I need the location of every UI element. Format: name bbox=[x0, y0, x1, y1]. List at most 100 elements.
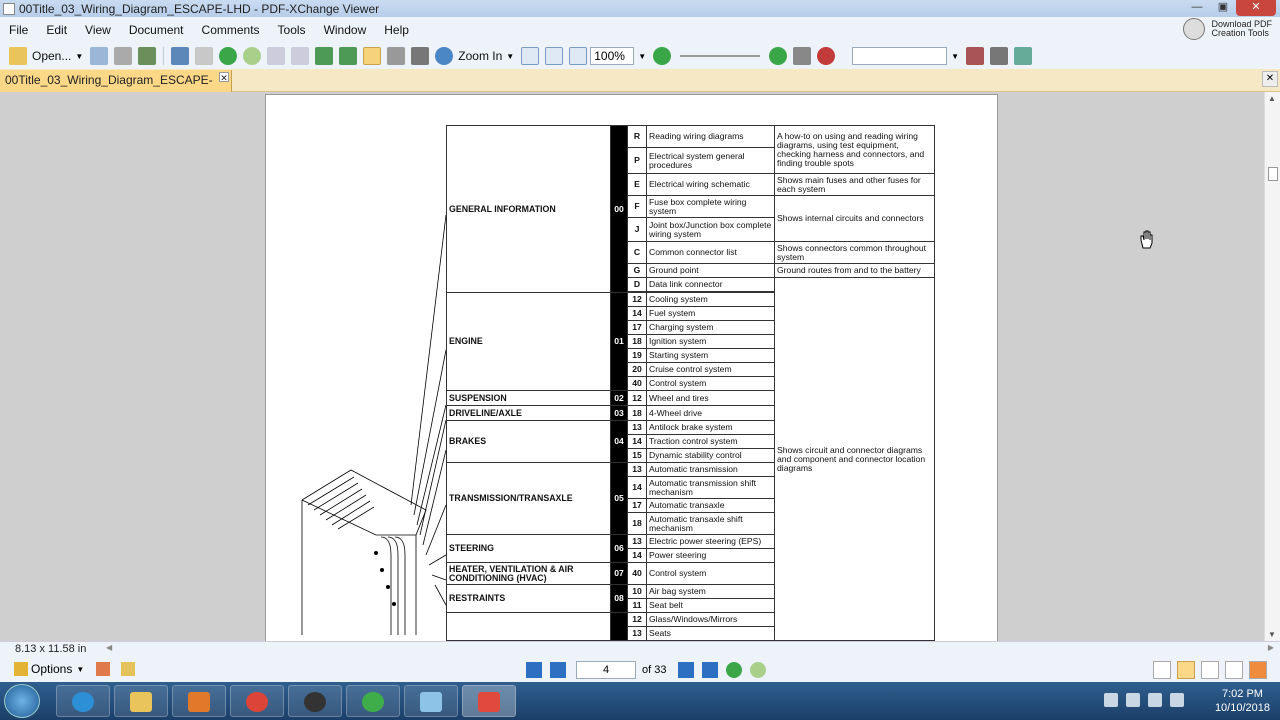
network-icon[interactable] bbox=[1148, 693, 1162, 707]
previous-page-icon[interactable] bbox=[550, 662, 566, 678]
scroll-down-icon[interactable]: ▼ bbox=[1268, 630, 1276, 639]
code-cell: 10 bbox=[627, 584, 647, 599]
scroll-left-icon[interactable]: ◀ bbox=[106, 643, 112, 652]
next-page-icon[interactable] bbox=[678, 662, 695, 678]
open-button[interactable]: Open... bbox=[32, 49, 71, 63]
first-page-icon[interactable] bbox=[526, 662, 542, 678]
section-number-03: 03 bbox=[610, 405, 628, 421]
find-next-icon[interactable] bbox=[990, 47, 1009, 65]
save-icon[interactable] bbox=[90, 47, 109, 65]
options-button[interactable]: Options ▼ bbox=[14, 662, 138, 676]
undo-icon[interactable] bbox=[267, 47, 286, 65]
options-tool-icon[interactable] bbox=[1014, 47, 1033, 65]
minimize-button[interactable]: — bbox=[1184, 0, 1210, 16]
rotate-left-icon[interactable] bbox=[315, 47, 334, 65]
menu-edit[interactable]: Edit bbox=[37, 23, 76, 37]
thumbnails-icon[interactable] bbox=[121, 662, 136, 676]
zoom-level-dropdown-icon[interactable]: ▼ bbox=[638, 52, 646, 61]
actual-size-icon[interactable] bbox=[521, 47, 540, 65]
taskbar-notes-app[interactable] bbox=[404, 685, 458, 717]
tab-close-icon[interactable]: ✕ bbox=[219, 72, 229, 83]
rotate-right-icon[interactable] bbox=[339, 47, 358, 65]
page-count-label: of 33 bbox=[642, 664, 667, 676]
zoom-slider[interactable] bbox=[680, 55, 761, 57]
current-page-input[interactable]: 4 bbox=[576, 661, 636, 679]
email-icon[interactable] bbox=[138, 47, 157, 65]
back-icon[interactable] bbox=[219, 47, 238, 65]
fit-width-icon[interactable] bbox=[569, 47, 588, 65]
menu-document[interactable]: Document bbox=[120, 23, 193, 37]
spell-check-icon[interactable] bbox=[817, 47, 836, 65]
tray-up-arrow-icon[interactable] bbox=[1104, 693, 1118, 707]
open-dropdown-icon[interactable]: ▼ bbox=[75, 52, 83, 61]
zoom-in-circle-icon[interactable] bbox=[769, 47, 788, 65]
find-previous-icon[interactable] bbox=[966, 47, 985, 65]
desc-cell: Control system bbox=[646, 376, 775, 391]
bookmarks-icon[interactable] bbox=[96, 662, 111, 676]
print-icon[interactable] bbox=[114, 47, 133, 65]
continuous-view-icon[interactable] bbox=[1177, 661, 1195, 679]
facing-view-icon[interactable] bbox=[1201, 661, 1219, 679]
taskbar-pdf-xchange[interactable] bbox=[462, 685, 516, 717]
section-number-05: 05 bbox=[610, 462, 628, 535]
code-cell: R bbox=[627, 125, 647, 148]
menu-tools[interactable]: Tools bbox=[269, 23, 315, 37]
zoom-in-button[interactable]: Zoom In bbox=[458, 49, 502, 63]
close-window-button[interactable]: ✕ bbox=[1236, 0, 1276, 16]
menu-window[interactable]: Window bbox=[315, 23, 376, 37]
next-view-icon[interactable] bbox=[750, 662, 767, 678]
fit-page-icon[interactable] bbox=[545, 47, 564, 65]
ocr-icon[interactable] bbox=[195, 47, 214, 65]
desc-cell: Automatic transaxle shift mechanism bbox=[646, 512, 775, 535]
close-document-icon[interactable]: ✕ bbox=[1262, 71, 1278, 87]
scroll-right-icon[interactable]: ▶ bbox=[1268, 643, 1274, 652]
menu-comments[interactable]: Comments bbox=[193, 23, 269, 37]
select-text-icon[interactable] bbox=[387, 47, 406, 65]
zoom-dropdown-icon[interactable]: ▼ bbox=[506, 52, 514, 61]
folder-icon bbox=[130, 692, 152, 712]
redo-icon[interactable] bbox=[291, 47, 310, 65]
pdf-icon bbox=[478, 692, 500, 712]
tray-app-icon[interactable] bbox=[1126, 693, 1140, 707]
hand-tool-icon[interactable] bbox=[363, 47, 382, 65]
volume-icon[interactable] bbox=[1170, 693, 1184, 707]
scroll-up-icon[interactable]: ▲ bbox=[1268, 94, 1276, 103]
open-folder-icon[interactable] bbox=[9, 47, 27, 65]
vertical-scrollbar[interactable]: ▲ ▼ bbox=[1264, 92, 1280, 641]
document-tab[interactable]: 00Title_03_Wiring_Diagram_ESCAPE-LHD ✕ bbox=[0, 70, 232, 107]
menu-file[interactable]: File bbox=[0, 23, 37, 37]
menu-view[interactable]: View bbox=[76, 23, 120, 37]
continuous-facing-view-icon[interactable] bbox=[1225, 661, 1243, 679]
snapshot-tool-icon[interactable] bbox=[411, 47, 430, 65]
last-page-icon[interactable] bbox=[702, 662, 719, 678]
zoom-in-icon[interactable] bbox=[435, 47, 454, 65]
options-dropdown-icon: ▼ bbox=[76, 664, 85, 674]
find-input[interactable] bbox=[852, 47, 948, 65]
clock[interactable]: 7:02 PM 10/10/2018 bbox=[1215, 687, 1270, 715]
desc-cell: Starting system bbox=[646, 348, 775, 363]
previous-view-icon[interactable] bbox=[726, 662, 743, 678]
taskbar-media-player[interactable] bbox=[172, 685, 226, 717]
find-dropdown-icon[interactable]: ▼ bbox=[951, 52, 959, 61]
maximize-button[interactable]: ▣ bbox=[1210, 0, 1236, 16]
menu-help[interactable]: Help bbox=[375, 23, 418, 37]
zoom-out-circle-icon[interactable] bbox=[653, 47, 672, 65]
single-page-view-icon[interactable] bbox=[1153, 661, 1171, 679]
taskbar-explorer[interactable] bbox=[114, 685, 168, 717]
taskbar-globe-app[interactable] bbox=[346, 685, 400, 717]
start-button[interactable] bbox=[4, 684, 40, 718]
taskbar-ie[interactable] bbox=[56, 685, 110, 717]
download-tools-button[interactable]: Download PDF Creation Tools bbox=[1183, 18, 1272, 40]
forward-icon[interactable] bbox=[243, 47, 262, 65]
scrollbar-thumb[interactable] bbox=[1268, 167, 1278, 181]
taskbar-chrome[interactable] bbox=[230, 685, 284, 717]
zoom-level-input[interactable]: 100% bbox=[590, 47, 635, 65]
document-view[interactable]: GENERAL INFORMATION 00 R Reading wiring … bbox=[0, 92, 1264, 641]
annotation-tool-icon[interactable] bbox=[1249, 661, 1267, 679]
taskbar-video-app[interactable] bbox=[288, 685, 342, 717]
search-icon[interactable] bbox=[793, 47, 812, 65]
code-cell: 13 bbox=[627, 626, 647, 641]
chrome-icon bbox=[246, 692, 268, 712]
snapshot-icon[interactable] bbox=[171, 47, 190, 65]
note-cell: Shows internal circuits and connectors bbox=[774, 195, 935, 242]
